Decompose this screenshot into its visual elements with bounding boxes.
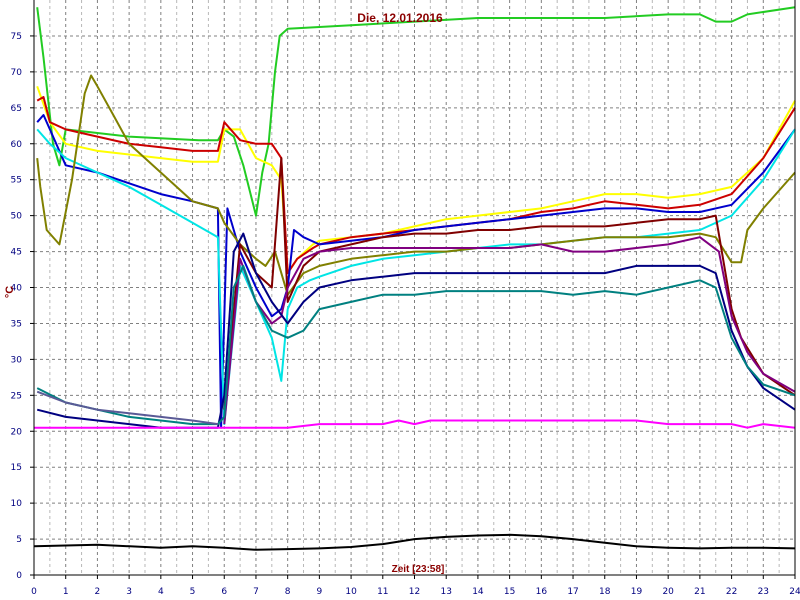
x-tick-label: 15 — [504, 587, 515, 597]
x-tick-label: 16 — [536, 587, 548, 597]
x-tick-label: 22 — [726, 587, 737, 597]
x-axis-label: Zeit [23:58] — [392, 564, 445, 575]
x-tick-label: 2 — [95, 587, 101, 597]
y-tick-label: 70 — [11, 68, 23, 78]
y-tick-label: 75 — [11, 32, 22, 42]
x-tick-label: 21 — [694, 587, 705, 597]
x-tick-label: 18 — [599, 587, 611, 597]
x-tick-label: 3 — [126, 587, 132, 597]
y-tick-label: 35 — [11, 319, 22, 329]
x-tick-label: 4 — [158, 587, 164, 597]
x-tick-label: 20 — [662, 587, 674, 597]
x-tick-label: 24 — [789, 587, 800, 597]
y-tick-label: 45 — [11, 248, 22, 258]
y-tick-label: 65 — [11, 104, 22, 114]
x-tick-label: 17 — [567, 587, 578, 597]
x-tick-label: 1 — [63, 587, 69, 597]
chart-title: Die, 12.01.2016 — [357, 11, 443, 25]
y-tick-label: 10 — [11, 499, 23, 509]
x-tick-label: 23 — [758, 587, 769, 597]
x-tick-label: 0 — [31, 587, 37, 597]
x-tick-label: 5 — [190, 587, 196, 597]
x-tick-label: 12 — [409, 587, 420, 597]
x-tick-label: 14 — [472, 587, 484, 597]
y-tick-label: 30 — [11, 355, 23, 365]
x-tick-label: 9 — [317, 587, 323, 597]
y-tick-label: 60 — [11, 140, 23, 150]
y-tick-label: 0 — [16, 571, 22, 581]
y-tick-label: 55 — [11, 176, 22, 186]
y-tick-label: 20 — [11, 427, 23, 437]
x-tick-label: 8 — [285, 587, 291, 597]
x-tick-label: 7 — [253, 587, 259, 597]
x-tick-label: 10 — [345, 587, 357, 597]
y-tick-label: 25 — [11, 391, 22, 401]
chart-background — [0, 0, 800, 600]
y-tick-label: 15 — [11, 463, 22, 473]
y-tick-label: 5 — [16, 535, 22, 545]
x-tick-label: 11 — [377, 587, 388, 597]
x-tick-label: 6 — [221, 587, 227, 597]
temperature-chart: 0 1 2 3 4 5 6 7 8 9 10 11 12 13 14 15 16 17 18 19 20 21 22 23 24… — [0, 0, 800, 600]
x-tick-label: 13 — [440, 587, 451, 597]
x-tick-label: 19 — [631, 587, 643, 597]
y-axis-label: °C — [4, 286, 16, 298]
y-tick-label: 50 — [11, 212, 23, 222]
